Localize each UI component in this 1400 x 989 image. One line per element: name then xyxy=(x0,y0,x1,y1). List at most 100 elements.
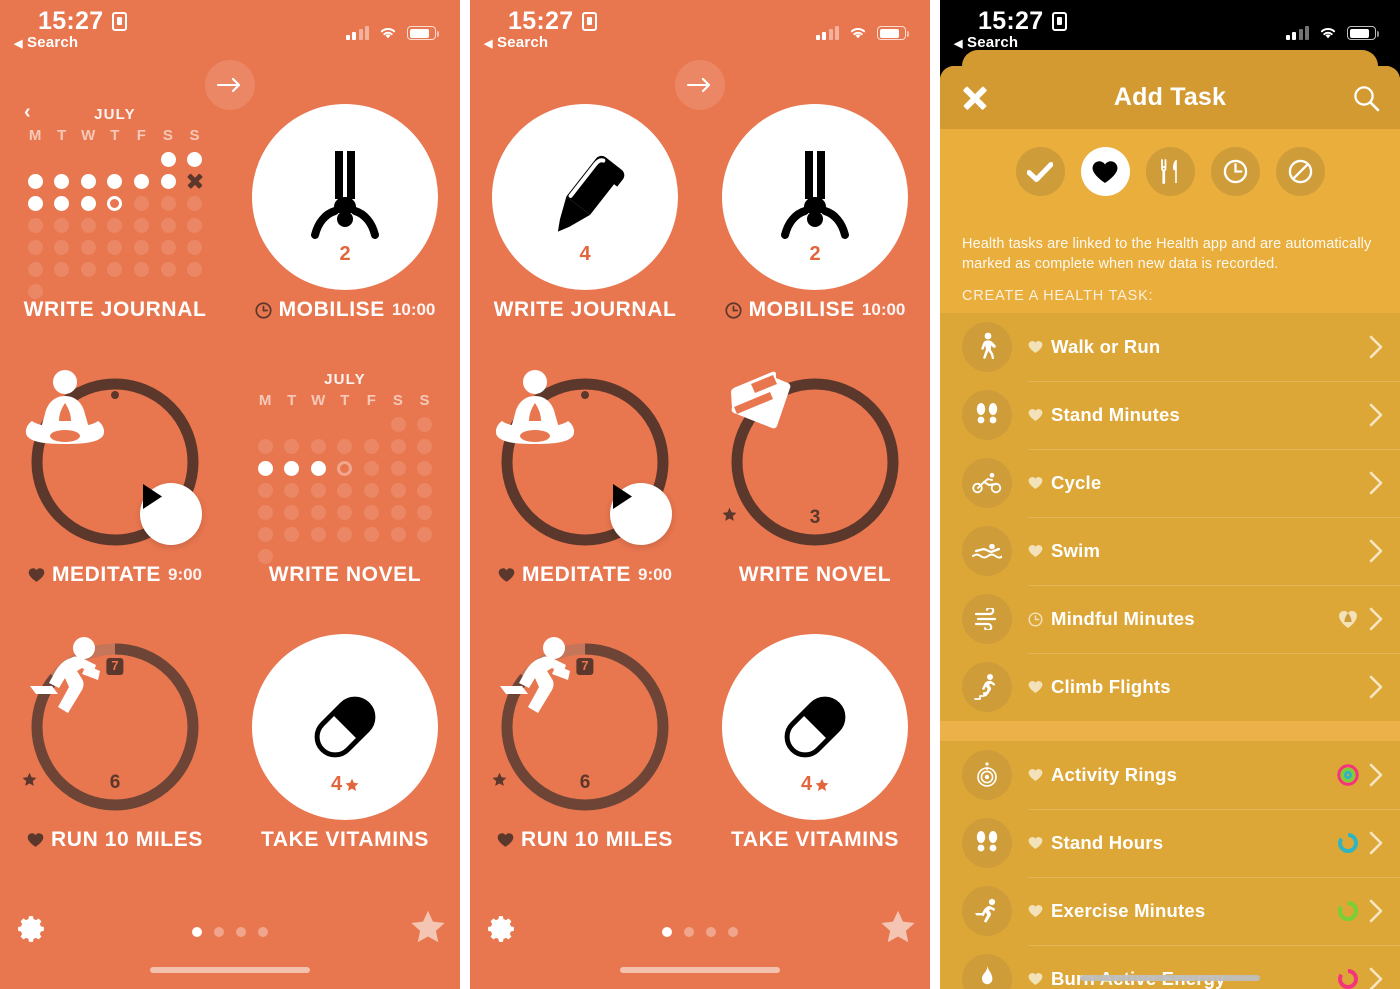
calendar-day[interactable] xyxy=(128,258,155,280)
calendar-day[interactable] xyxy=(181,258,208,280)
calendar-day[interactable] xyxy=(128,192,155,214)
list-item-exercise-minutes[interactable]: Exercise Minutes xyxy=(940,877,1400,945)
calendar-day[interactable] xyxy=(305,435,332,457)
list-item-activity-rings[interactable]: Activity Rings xyxy=(940,741,1400,809)
calendar-day[interactable] xyxy=(252,523,279,545)
calendar-day[interactable] xyxy=(155,258,182,280)
habit-disc[interactable]: 2 xyxy=(252,104,438,290)
calendar-day[interactable] xyxy=(128,148,155,170)
calendar-day[interactable] xyxy=(181,214,208,236)
list-item-burn-active-energy[interactable]: Burn Active Energy xyxy=(940,945,1400,989)
calendar-day[interactable] xyxy=(252,501,279,523)
calendar-day[interactable] xyxy=(49,192,76,214)
calendar-day[interactable] xyxy=(22,192,49,214)
habit-disc[interactable]: 4 xyxy=(492,104,678,290)
tab-timed-task[interactable] xyxy=(1210,147,1260,196)
calendar-day[interactable] xyxy=(102,236,129,258)
list-item-swim[interactable]: Swim xyxy=(940,517,1400,585)
habit-tile-write-novel[interactable]: 3 WRITE NOVEL xyxy=(700,361,930,626)
habit-tile-take-vitamins[interactable]: 4 TAKE VITAMINS xyxy=(700,626,930,891)
calendar-day[interactable] xyxy=(49,214,76,236)
calendar-day[interactable] xyxy=(252,479,279,501)
calendar-day[interactable] xyxy=(22,148,49,170)
calendar-day[interactable] xyxy=(102,170,129,192)
calendar-day[interactable] xyxy=(332,501,359,523)
back-to-search-link[interactable]: ◀ Search xyxy=(484,34,548,51)
page-dot[interactable] xyxy=(258,927,268,937)
habit-tile-write-journal[interactable]: 4 WRITE JOURNAL xyxy=(470,96,700,361)
calendar-day[interactable] xyxy=(102,258,129,280)
calendar-day[interactable] xyxy=(385,457,412,479)
calendar-day[interactable] xyxy=(385,413,412,435)
calendar-dot-grid[interactable]: JULY M T W T F S S xyxy=(252,369,438,564)
play-button[interactable] xyxy=(140,483,202,545)
calendar-day[interactable] xyxy=(385,501,412,523)
habit-ring[interactable]: 7 6 xyxy=(22,634,208,820)
calendar-day[interactable] xyxy=(128,170,155,192)
calendar-day[interactable] xyxy=(181,192,208,214)
play-button[interactable] xyxy=(610,483,672,545)
calendar-day[interactable] xyxy=(49,258,76,280)
habit-ring[interactable]: 7 6 xyxy=(492,634,678,820)
page-dot[interactable] xyxy=(684,927,694,937)
habit-tile-run-10-miles[interactable]: 7 6 RUN 10 MILES xyxy=(0,626,230,891)
calendar-day[interactable] xyxy=(305,457,332,479)
calendar-prev-icon[interactable]: ‹ xyxy=(24,102,31,122)
calendar-day[interactable] xyxy=(279,501,306,523)
calendar-day[interactable] xyxy=(411,435,438,457)
calendar-day[interactable] xyxy=(411,523,438,545)
calendar-day[interactable] xyxy=(385,523,412,545)
list-item-stand-minutes[interactable]: Stand Minutes xyxy=(940,381,1400,449)
calendar-day[interactable] xyxy=(358,479,385,501)
list-item-walk-or-run[interactable]: Walk or Run xyxy=(940,313,1400,381)
page-dot[interactable] xyxy=(214,927,224,937)
calendar-day[interactable] xyxy=(358,523,385,545)
calendar-day[interactable] xyxy=(279,523,306,545)
calendar-day[interactable] xyxy=(155,148,182,170)
task-category-tabs[interactable] xyxy=(940,129,1400,212)
calendar-day[interactable] xyxy=(155,192,182,214)
calendar-day[interactable] xyxy=(102,192,129,214)
calendar-day[interactable] xyxy=(155,236,182,258)
calendar-day[interactable] xyxy=(181,236,208,258)
calendar-days[interactable] xyxy=(252,413,438,567)
list-item-climb-flights[interactable]: Climb Flights xyxy=(940,653,1400,721)
calendar-day[interactable] xyxy=(128,214,155,236)
page-dot[interactable] xyxy=(236,927,246,937)
back-to-search-link[interactable]: ◀ Search xyxy=(14,34,78,51)
calendar-day[interactable] xyxy=(279,413,306,435)
calendar-day[interactable] xyxy=(75,214,102,236)
list-item-cycle[interactable]: Cycle xyxy=(940,449,1400,517)
calendar-day[interactable] xyxy=(305,523,332,545)
calendar-day[interactable] xyxy=(181,170,208,192)
calendar-day[interactable] xyxy=(155,214,182,236)
page-indicator-dots[interactable] xyxy=(0,927,460,937)
habit-tile-take-vitamins[interactable]: 4 TAKE VITAMINS xyxy=(230,626,460,891)
calendar-day[interactable] xyxy=(332,435,359,457)
habit-disc[interactable]: 4 xyxy=(252,634,438,820)
calendar-dot-grid[interactable]: ‹ JULY M T W T F S S xyxy=(22,102,208,299)
calendar-day[interactable] xyxy=(49,148,76,170)
habit-disc[interactable]: 4 xyxy=(722,634,908,820)
calendar-day[interactable] xyxy=(411,479,438,501)
habit-tile-meditate[interactable]: MEDITATE 9:00 xyxy=(470,361,700,626)
calendar-day[interactable] xyxy=(252,457,279,479)
calendar-day[interactable] xyxy=(411,413,438,435)
calendar-day[interactable] xyxy=(22,214,49,236)
calendar-day[interactable] xyxy=(385,479,412,501)
calendar-days[interactable] xyxy=(22,148,208,302)
calendar-day[interactable] xyxy=(332,457,359,479)
calendar-day[interactable] xyxy=(411,457,438,479)
page-dot[interactable] xyxy=(728,927,738,937)
star-icon[interactable] xyxy=(880,909,916,945)
calendar-day[interactable] xyxy=(332,523,359,545)
calendar-day[interactable] xyxy=(385,435,412,457)
calendar-day[interactable] xyxy=(411,501,438,523)
calendar-day[interactable] xyxy=(358,457,385,479)
calendar-day[interactable] xyxy=(252,435,279,457)
calendar-day[interactable] xyxy=(22,170,49,192)
habit-disc[interactable]: 2 xyxy=(722,104,908,290)
calendar-day[interactable] xyxy=(181,148,208,170)
close-icon[interactable] xyxy=(962,85,988,111)
habit-tile-mobilise[interactable]: 2 MOBILISE 10:00 xyxy=(230,96,460,361)
